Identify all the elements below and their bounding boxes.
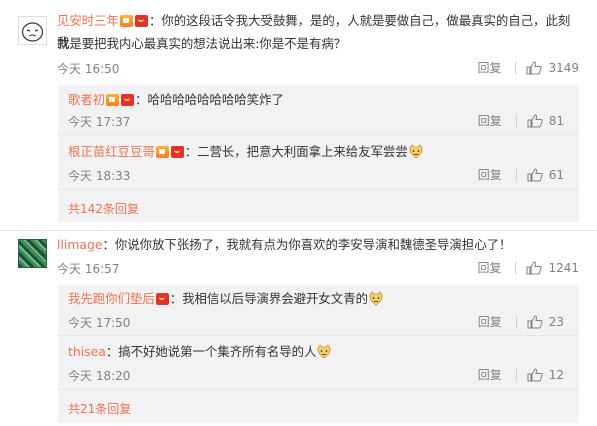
username-link[interactable]: 见安时三年 [57,13,119,28]
separator [515,261,517,274]
comment-time: 今天 16:50 [57,62,120,76]
thumbs-up-icon[interactable] [527,367,543,382]
reply-text: ：二营长，把意大利面拿上来给友军尝尝 [184,144,408,159]
like-count: 1241 [548,260,579,275]
separator [515,315,517,328]
reply-time: 今天 17:37 [68,115,131,129]
thumbs-up-icon[interactable] [527,314,543,329]
more-replies-link[interactable]: 共142条回复 [68,200,139,217]
comment-text-line2: 就是要把我内心最真实的想法说出来:你是不是有病？ [57,36,347,51]
thumbs-up-icon[interactable] [526,60,543,75]
cut-off-row [0,0,597,5]
separator [515,168,517,181]
reply-divider [58,189,579,190]
like-count: 3149 [548,60,579,75]
reply-button[interactable]: 回复 [478,166,502,183]
more-replies-link[interactable]: 共21条回复 [68,400,131,417]
username-link[interactable]: thisea [68,344,106,359]
reply-divider [58,389,579,390]
comment-time: 今天 16:57 [57,262,120,276]
reply-button[interactable]: 回复 [477,259,501,276]
reply-button[interactable]: 回复 [478,366,502,383]
avatar[interactable] [18,239,47,268]
reply-button[interactable]: 回复 [477,59,501,76]
thumbs-up-icon[interactable] [526,260,543,275]
username-link[interactable]: 歌者初 [68,92,105,107]
avatar[interactable] [18,16,47,45]
reply-divider [58,134,579,135]
reply-button[interactable]: 回复 [478,313,502,330]
thumbs-up-icon[interactable] [527,167,543,182]
reply-time: 今天 18:33 [68,169,131,183]
redpacket-badge-icon [134,15,148,27]
reply-time: 今天 18:20 [68,369,131,383]
cat-emoji-icon [317,344,331,359]
like-count: 23 [548,314,564,329]
reply-panel: 我先跑你们垫后 ：我相信以后导演界会避开女文青的 今天 17:50 回复 23 t… [58,285,579,423]
redpacket-badge-icon [155,293,169,305]
cartoon-face-icon [21,22,44,42]
cat-emoji-icon [369,291,383,306]
comment-text: ：你说你放下张扬了，我就有点为你喜欢的李安导演和魏德圣导演担心了！ [102,237,512,252]
reply-panel: 歌者初 ：哈哈哈哈哈哈哈哈笑炸了 今天 17:37 回复 81 根正苗红豆豆哥 ：二… [58,85,579,222]
reply-button[interactable]: 回复 [478,112,502,129]
redpacket-badge-icon [121,94,135,106]
like-count: 81 [548,113,564,128]
reply-text: ：哈哈哈哈哈哈哈哈笑炸了 [135,92,284,107]
separator [515,114,517,127]
username-link[interactable]: llimage [57,237,102,252]
username-link[interactable]: 根正苗红豆豆哥 [68,144,155,159]
vip-badge-icon [155,146,169,158]
redpacket-badge-icon [170,146,184,158]
cat-emoji-icon [409,144,423,159]
separator [515,61,517,74]
reply-text: ：我相信以后导演界会避开女文青的 [169,291,368,306]
username-link[interactable]: 我先跑你们垫后 [68,291,155,306]
thumbs-up-icon[interactable] [527,113,543,128]
reply-time: 今天 17:50 [68,316,131,330]
like-count: 61 [548,167,564,182]
vip-badge-icon [106,94,120,106]
reply-text: ：搞不好她说第一个集齐所有名导的人 [105,344,317,359]
vip-badge-icon [119,15,133,27]
comment-divider [0,230,597,231]
separator [515,368,517,381]
like-count: 12 [548,367,564,382]
reply-divider [58,335,579,336]
